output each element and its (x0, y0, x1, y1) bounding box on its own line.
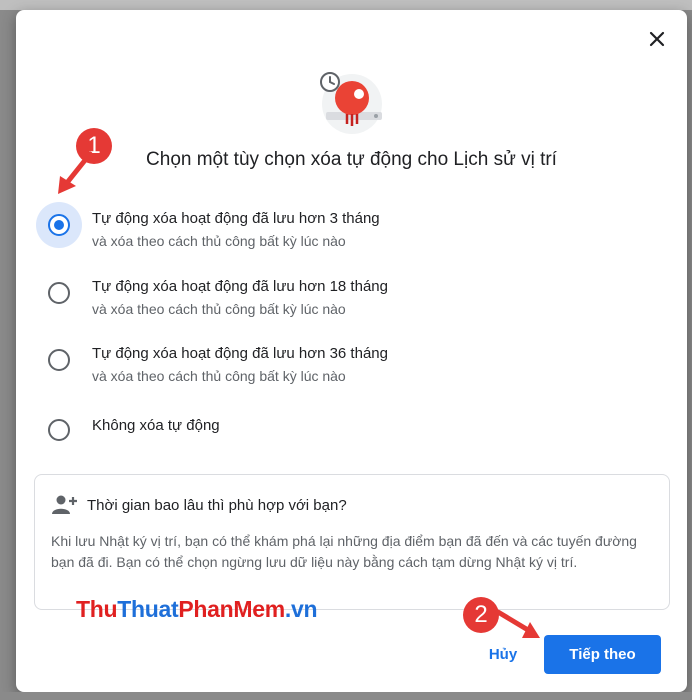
option-no-autodelete[interactable]: Không xóa tự động (36, 415, 656, 471)
info-body: Khi lưu Nhật ký vị trí, bạn có thể khám … (51, 533, 637, 570)
location-history-autodelete-illustration (316, 68, 386, 138)
option-label: Tự động xóa hoạt động đã lưu hơn 36 thán… (92, 345, 388, 362)
watermark-logo: ThuThuatPhanMem.vn (76, 596, 318, 623)
option-18-months[interactable]: Tự động xóa hoạt động đã lưu hơn 18 thán… (36, 278, 656, 334)
dialog-title: Chọn một tùy chọn xóa tự động cho Lịch s… (146, 149, 557, 170)
watermark-part: PhanMem (178, 596, 285, 622)
arrow-pointer-icon (58, 151, 93, 194)
close-icon[interactable] (644, 26, 670, 52)
option-sublabel: và xóa theo cách thủ công bất kỳ lúc nào (92, 368, 346, 384)
option-sublabel: và xóa theo cách thủ công bất kỳ lúc nào (92, 233, 346, 249)
option-sublabel: và xóa theo cách thủ công bất kỳ lúc nào (92, 301, 346, 317)
watermark-part: Thuat (117, 596, 179, 622)
option-label: Tự động xóa hoạt động đã lưu hơn 18 thán… (92, 278, 388, 295)
next-button[interactable]: Tiếp theo (544, 635, 661, 674)
backdrop (0, 692, 692, 700)
info-card: Thời gian bao lâu thì phù hợp với bạn? K… (34, 474, 670, 610)
option-label: Không xóa tự động (92, 417, 220, 434)
option-label: Tự động xóa hoạt động đã lưu hơn 3 tháng (92, 210, 380, 227)
radio-button[interactable] (48, 282, 70, 304)
watermark-part: Thu (76, 596, 118, 622)
backdrop (0, 0, 692, 10)
watermark-part: .vn (284, 596, 318, 622)
radio-button-selected[interactable] (48, 214, 70, 236)
autodelete-dialog: Chọn một tùy chọn xóa tự động cho Lịch s… (16, 10, 687, 692)
option-3-months[interactable]: Tự động xóa hoạt động đã lưu hơn 3 tháng… (36, 202, 656, 266)
radio-button[interactable] (48, 419, 70, 441)
radio-button[interactable] (48, 349, 70, 371)
option-36-months[interactable]: Tự động xóa hoạt động đã lưu hơn 36 thán… (36, 345, 656, 401)
arrow-pointer-icon (495, 609, 540, 638)
people-add-icon (52, 494, 78, 516)
info-title: Thời gian bao lâu thì phù hợp với bạn? (87, 497, 347, 514)
